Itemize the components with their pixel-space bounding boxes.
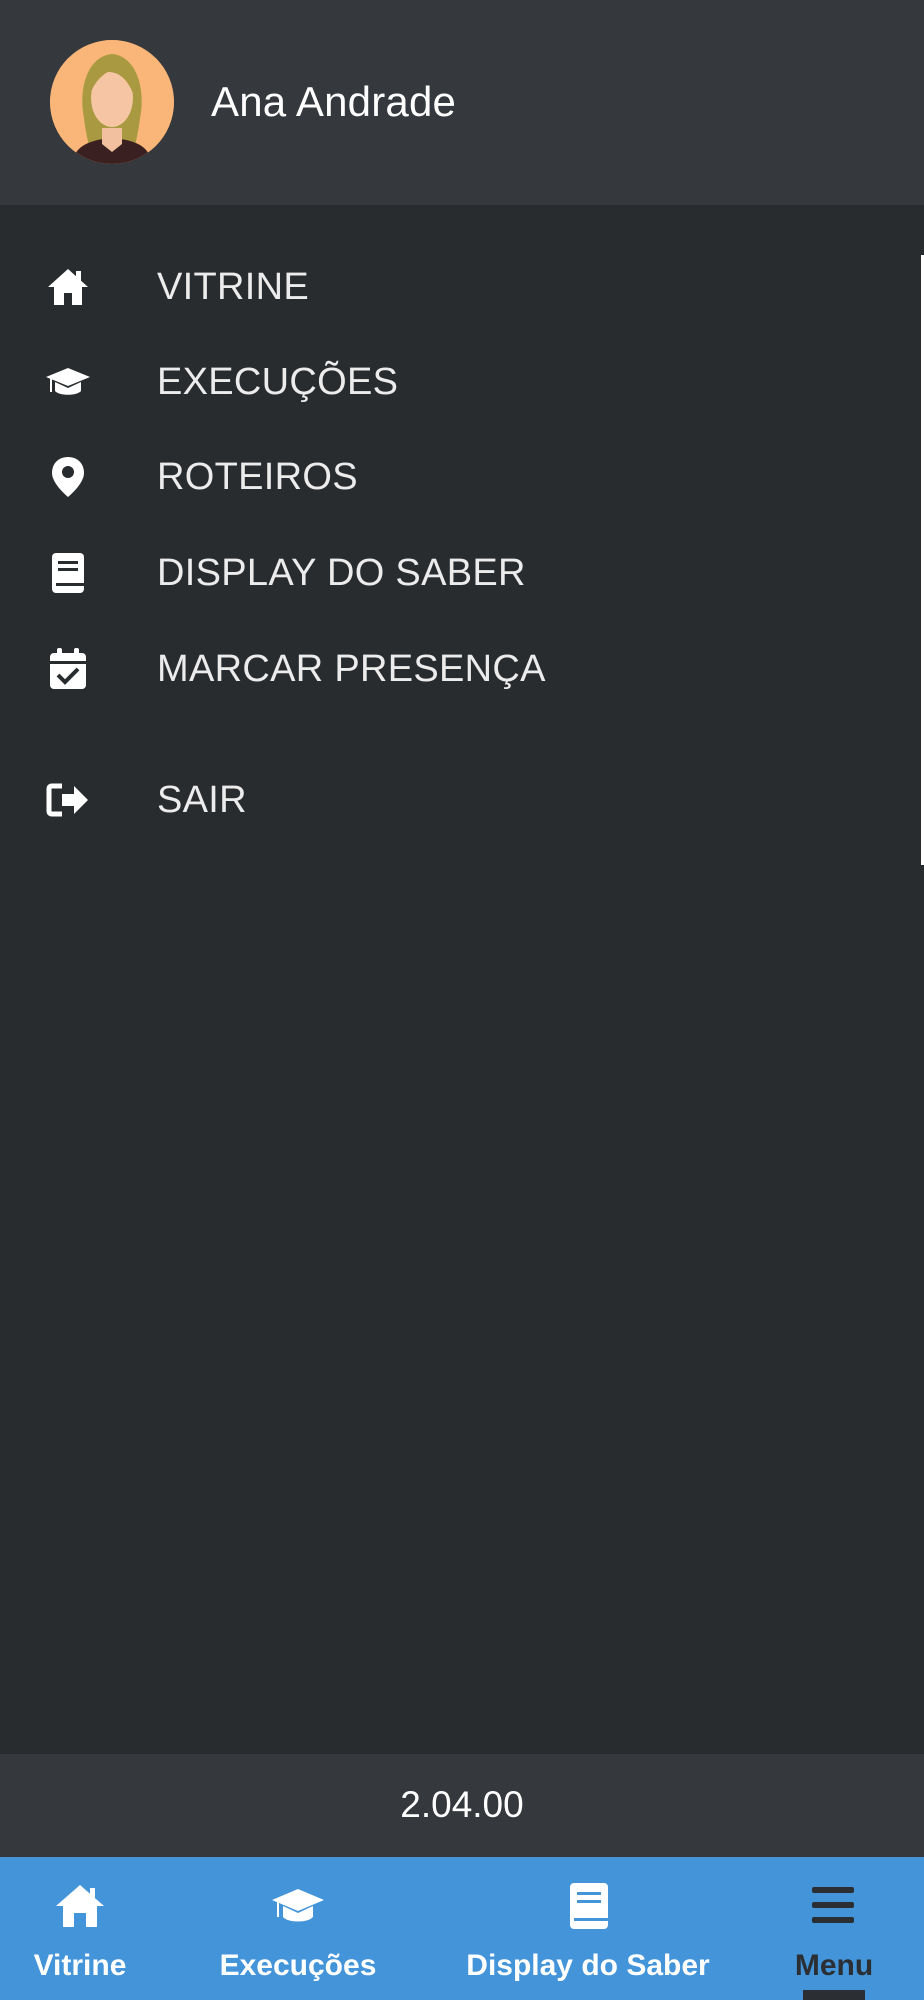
menu-item-vitrine[interactable]: VITRINE	[0, 244, 924, 330]
bottom-nav-menu[interactable]: Menu	[780, 1857, 888, 2000]
book-icon	[44, 549, 92, 597]
bottom-nav-display-do-saber[interactable]: Display do Saber	[466, 1857, 710, 2000]
graduation-cap-icon	[44, 358, 92, 406]
version-bar: 2.04.00	[0, 1754, 924, 1857]
bottom-nav-label: Vitrine	[33, 1949, 127, 1982]
home-icon	[44, 263, 92, 311]
sign-out-icon	[44, 776, 92, 824]
user-avatar[interactable]	[50, 40, 174, 164]
bottom-nav-label: Display do Saber	[466, 1949, 710, 1982]
menu-item-marcar-presenca[interactable]: MARCAR PRESENÇA	[0, 626, 924, 712]
menu-item-label: DISPLAY DO SABER	[157, 552, 526, 594]
bottom-nav-vitrine[interactable]: Vitrine	[20, 1857, 140, 2000]
book-icon	[560, 1881, 616, 1931]
calendar-check-icon	[44, 645, 92, 693]
app-version: 2.04.00	[400, 1784, 524, 1825]
navigation-drawer: Ana Andrade VITRINE EXECUÇÕES ROTEIROS D…	[0, 0, 924, 1857]
menu-item-label: MARCAR PRESENÇA	[157, 648, 546, 690]
menu-item-label: SAIR	[157, 779, 247, 821]
drawer-header: Ana Andrade	[0, 0, 924, 205]
menu-item-execucoes[interactable]: EXECUÇÕES	[0, 339, 924, 425]
map-marker-icon	[44, 453, 92, 501]
bottom-nav-label: Execuções	[219, 1949, 377, 1982]
home-icon	[52, 1881, 108, 1931]
user-name: Ana Andrade	[211, 78, 457, 125]
hamburger-menu-icon	[806, 1881, 862, 1931]
graduation-cap-icon	[270, 1881, 326, 1931]
bottom-navigation: Vitrine Execuções Display do Saber Menu	[0, 1857, 924, 2000]
bottom-nav-execucoes[interactable]: Execuções	[210, 1857, 386, 2000]
menu-item-display-do-saber[interactable]: DISPLAY DO SABER	[0, 530, 924, 616]
menu-item-label: VITRINE	[157, 266, 310, 308]
menu-item-label: ROTEIROS	[157, 456, 358, 498]
menu-item-roteiros[interactable]: ROTEIROS	[0, 434, 924, 520]
menu-item-sair[interactable]: SAIR	[0, 757, 924, 843]
menu-item-label: EXECUÇÕES	[157, 361, 399, 403]
bottom-nav-label: Menu	[794, 1949, 874, 1982]
active-tab-indicator	[803, 1990, 865, 2000]
